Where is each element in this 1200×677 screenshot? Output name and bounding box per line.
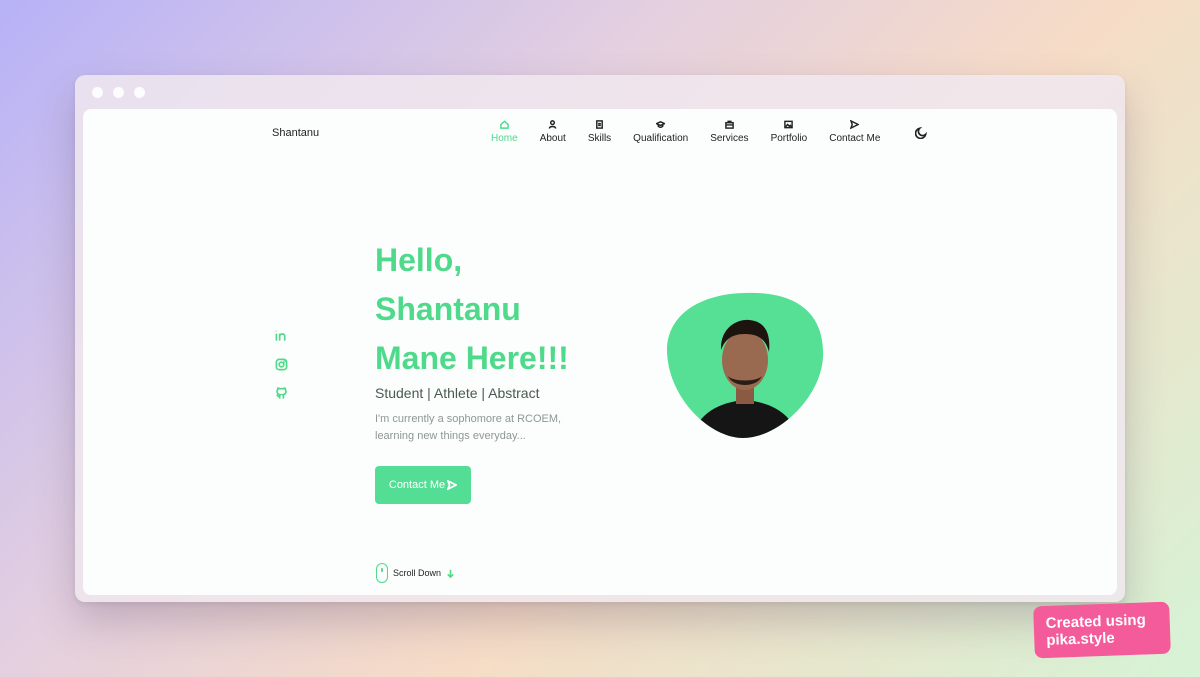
nav-item-portfolio[interactable]: Portfolio [770, 120, 808, 144]
send-icon [447, 480, 458, 490]
nav-label: Services [710, 133, 749, 144]
linkedin-icon[interactable] [275, 329, 288, 342]
nav-label: Contact Me [829, 133, 881, 144]
nav-label: Home [491, 133, 518, 144]
briefcase-icon [725, 120, 734, 129]
hero-title-line: Shantanu [375, 291, 521, 327]
nav-item-contact[interactable]: Contact Me [829, 120, 880, 144]
nav-item-qualification[interactable]: Qualification [633, 120, 688, 144]
nav-label: Portfolio [770, 133, 808, 144]
file-icon [596, 120, 603, 129]
image-icon [784, 120, 794, 129]
arrow-down-icon [447, 569, 454, 578]
nav-item-about[interactable]: About [540, 120, 566, 144]
contact-me-button[interactable]: Contact Me [375, 466, 471, 504]
hero-section: Hello, Shantanu Mane Here!!! Student | A… [375, 236, 635, 504]
hero-description: I'm currently a sophomore at RCOEM, lear… [375, 413, 562, 442]
github-icon[interactable] [275, 387, 288, 400]
moon-icon [914, 126, 928, 140]
profile-avatar [667, 292, 824, 438]
nav-label: Qualification [633, 133, 689, 144]
minimize-dot[interactable] [113, 87, 124, 98]
nav-label: About [539, 133, 566, 144]
send-icon [850, 120, 860, 129]
mouse-icon [376, 563, 388, 583]
instagram-icon[interactable] [275, 358, 288, 371]
graduation-cap-icon [656, 121, 666, 129]
close-dot[interactable] [92, 87, 103, 98]
user-icon [548, 120, 557, 129]
site-logo[interactable]: Shantanu [272, 127, 319, 139]
main-nav: Home About Skills Qualification Services… [491, 120, 902, 144]
nav-label: Skills [587, 133, 612, 144]
window-controls [92, 87, 145, 98]
maximize-dot[interactable] [134, 87, 145, 98]
watermark-badge[interactable]: Created using pika.style [1033, 601, 1171, 659]
theme-toggle[interactable] [914, 126, 928, 140]
home-icon [500, 120, 509, 129]
contact-me-label: Contact Me [388, 479, 446, 491]
hero-title-line: Mane Here!!! [375, 340, 569, 376]
nav-item-home[interactable]: Home [491, 120, 518, 144]
browser-window: Shantanu Home About Skills Qualification… [75, 75, 1125, 602]
nav-item-services[interactable]: Services [710, 120, 749, 144]
hero-title: Hello, Shantanu Mane Here!!! [375, 236, 635, 383]
hero-subtitle: Student | Athlete | Abstract [375, 385, 540, 401]
scroll-down-label: Scroll Down [393, 568, 442, 578]
scroll-down-button[interactable]: Scroll Down [376, 563, 455, 583]
watermark-line: pika.style [1046, 629, 1115, 649]
nav-item-skills[interactable]: Skills [588, 120, 611, 144]
social-links [275, 329, 288, 400]
hero-title-line: Hello, [375, 242, 463, 278]
page-viewport: Shantanu Home About Skills Qualification… [83, 109, 1117, 595]
